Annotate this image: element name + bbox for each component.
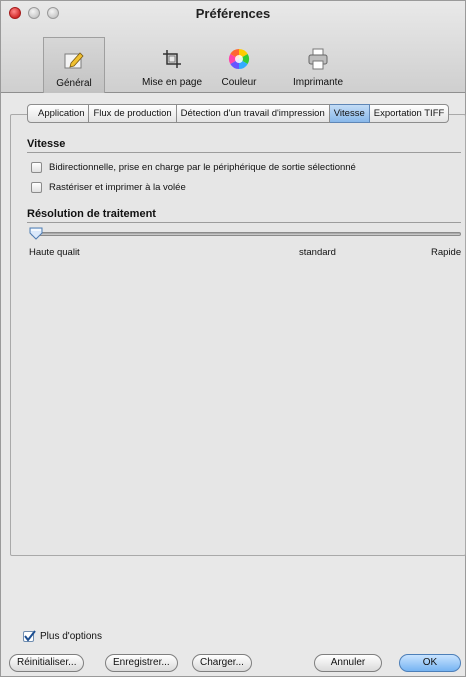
color-wheel-icon — [228, 48, 250, 70]
toolbar-imprimante-label: Imprimante — [292, 77, 343, 88]
toolbar-general-label: Général — [56, 78, 92, 89]
vitesse-section-title: Vitesse — [27, 138, 66, 150]
ok-button[interactable]: OK — [399, 654, 461, 672]
toolbar-general[interactable]: Général — [43, 37, 105, 93]
toolbar-couleur-label: Couleur — [221, 77, 257, 88]
vitesse-divider — [27, 152, 461, 153]
printer-icon — [308, 48, 328, 70]
toolbar-couleur[interactable]: Couleur — [211, 37, 267, 91]
more-options-label: Plus d'options — [40, 631, 102, 642]
checkmark-icon — [24, 630, 36, 642]
more-options[interactable]: Plus d'options — [23, 630, 102, 642]
slider-label-mid: standard — [299, 247, 336, 258]
tab-vitesse[interactable]: Vitesse — [329, 104, 370, 123]
resolution-slider-track[interactable] — [31, 232, 461, 236]
save-button[interactable]: Enregistrer... — [105, 654, 178, 672]
cancel-button[interactable]: Annuler — [314, 654, 382, 672]
rasteriser-checkbox[interactable] — [31, 182, 42, 193]
option-rasteriser[interactable]: Rastériser et imprimer à la volée — [31, 181, 186, 194]
resolution-slider-thumb[interactable] — [29, 227, 43, 240]
load-button[interactable]: Charger... — [192, 654, 252, 672]
edit-document-icon — [64, 52, 84, 69]
reset-button[interactable]: Réinitialiser... — [9, 654, 85, 672]
option-bidirectionnelle[interactable]: Bidirectionnelle, prise en charge par le… — [31, 161, 356, 174]
tab-flux-de-production[interactable]: Flux de production — [89, 104, 177, 123]
rasteriser-label: Rastériser et imprimer à la volée — [49, 182, 186, 193]
resolution-divider — [27, 222, 461, 223]
window-title: Préférences — [195, 6, 271, 21]
toolbar-mise-en-page[interactable]: Mise en page — [136, 37, 208, 91]
resolution-section-title: Résolution de traitement — [27, 208, 156, 220]
preferences-window: Préférences Général Mise en page Couleur… — [0, 0, 466, 677]
tab-bar: Application Flux de production Détection… — [27, 104, 450, 124]
crop-icon — [163, 50, 181, 68]
toolbar-imprimante[interactable]: Imprimante — [284, 37, 352, 91]
toolbar-mise-en-page-label: Mise en page — [141, 77, 203, 88]
bidirectionnelle-checkbox[interactable] — [31, 162, 42, 173]
tab-application[interactable]: Application — [27, 104, 90, 123]
tab-detection-travail[interactable]: Détection d'un travail d'impression — [176, 104, 330, 123]
title-toolbar: Préférences Général Mise en page Couleur… — [1, 1, 465, 93]
more-options-checkbox[interactable] — [23, 630, 36, 642]
tab-exportation-tiff[interactable]: Exportation TIFF — [369, 104, 450, 123]
bidirectionnelle-label: Bidirectionnelle, prise en charge par le… — [49, 162, 356, 173]
slider-label-high: Rapide — [431, 247, 462, 258]
slider-label-low: Haute qualit — [29, 247, 80, 258]
